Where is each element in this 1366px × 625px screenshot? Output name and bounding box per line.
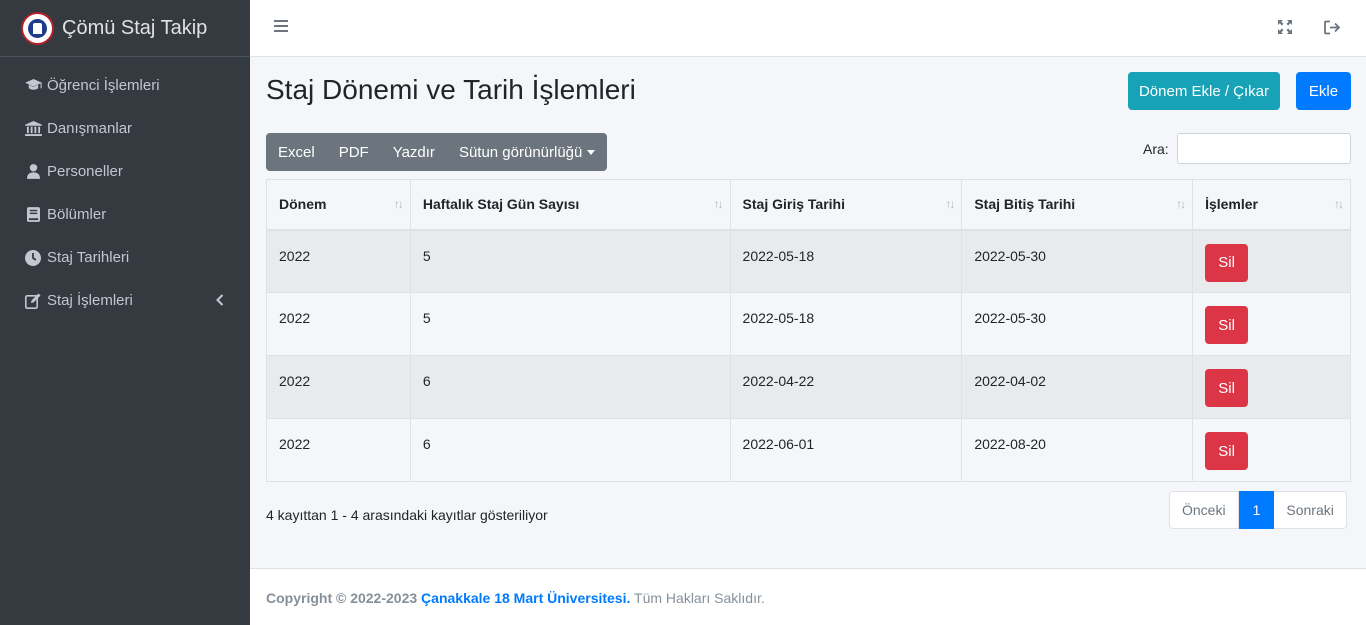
footer: Copyright © 2022-2023 Çanakkale 18 Mart … — [250, 568, 1366, 625]
cell-giris-tarihi: 2022-06-01 — [729, 418, 963, 482]
clock-icon — [23, 249, 43, 266]
export-toolbar: Excel PDF Yazdır Sütun görünürlüğü — [266, 133, 608, 171]
sidebar-item-label: Öğrenci İşlemleri — [47, 77, 160, 94]
cell-giris-tarihi: 2022-05-18 — [729, 292, 963, 356]
menu-toggle-icon[interactable] — [274, 20, 288, 34]
table-row: 2022 6 2022-04-22 2022-04-02 Sil — [266, 355, 1351, 419]
donem-ekle-cikar-button[interactable]: Dönem Ekle / Çıkar — [1128, 72, 1280, 110]
sidebar: Çömü Staj Takip Öğrenci İşlemleri Danışm… — [0, 0, 250, 625]
table-row: 2022 5 2022-05-18 2022-05-30 Sil — [266, 292, 1351, 356]
delete-button[interactable]: Sil — [1205, 306, 1249, 344]
sidebar-item-staj-islemleri[interactable]: Staj İşlemleri — [0, 279, 250, 322]
sidebar-item-personeller[interactable]: Personeller — [0, 150, 250, 193]
main-content: Staj Dönemi ve Tarih İşlemleri Dönem Ekl… — [250, 57, 1366, 568]
cell-islemler: Sil — [1192, 229, 1351, 293]
sidebar-item-label: Staj İşlemleri — [47, 292, 133, 309]
page-title: Staj Dönemi ve Tarih İşlemleri — [266, 74, 636, 105]
cell-giris-tarihi: 2022-04-22 — [729, 355, 963, 419]
sidebar-item-bolumler[interactable]: Bölümler — [0, 193, 250, 236]
ekle-button[interactable]: Ekle — [1296, 72, 1351, 110]
cell-islemler: Sil — [1192, 355, 1351, 419]
sort-icon: ↑↓ — [1176, 197, 1186, 211]
delete-button[interactable]: Sil — [1205, 243, 1249, 282]
graduation-cap-icon — [23, 78, 43, 93]
table-info: 4 kayıttan 1 - 4 arasındaki kayıtlar gös… — [266, 507, 548, 523]
column-header-haftalik-gun[interactable]: Haftalık Staj Gün Sayısı ↑↓ — [409, 179, 731, 231]
book-icon — [23, 207, 43, 222]
delete-button[interactable]: Sil — [1205, 369, 1249, 407]
column-header-giris-tarihi[interactable]: Staj Giriş Tarihi ↑↓ — [729, 179, 963, 231]
logout-icon[interactable] — [1324, 20, 1341, 39]
column-header-islemler[interactable]: İşlemler ↑↓ — [1192, 179, 1351, 231]
caret-down-icon — [587, 149, 596, 155]
pagination-next[interactable]: Sonraki — [1274, 491, 1347, 529]
cell-gun-sayisi: 6 — [409, 355, 731, 419]
cell-donem: 2022 — [266, 292, 411, 356]
cell-islemler: Sil — [1192, 418, 1351, 482]
cell-bitis-tarihi: 2022-05-30 — [961, 229, 1194, 293]
table-header-row: Dönem ↑↓ Haftalık Staj Gün Sayısı ↑↓ Staj … — [266, 179, 1351, 231]
cell-giris-tarihi: 2022-05-18 — [729, 229, 963, 293]
pagination: Önceki 1 Sonraki — [1169, 491, 1347, 529]
cell-bitis-tarihi: 2022-08-20 — [961, 418, 1194, 482]
excel-button[interactable]: Excel — [266, 133, 327, 171]
sort-icon: ↑↓ — [945, 197, 955, 211]
staj-donem-table: Dönem ↑↓ Haftalık Staj Gün Sayısı ↑↓ Staj … — [266, 179, 1351, 482]
sidebar-item-label: Staj Tarihleri — [47, 249, 130, 266]
cell-donem: 2022 — [266, 229, 411, 293]
user-icon — [23, 164, 43, 179]
column-visibility-button[interactable]: Sütun görünürlüğü — [447, 133, 607, 171]
column-header-bitis-tarihi[interactable]: Staj Bitiş Tarihi ↑↓ — [961, 179, 1194, 231]
pdf-button[interactable]: PDF — [327, 133, 381, 171]
search-label: Ara: — [1143, 141, 1169, 157]
cell-gun-sayisi: 5 — [409, 292, 731, 356]
fullscreen-icon[interactable] — [1278, 20, 1292, 38]
university-icon — [23, 121, 43, 136]
cell-bitis-tarihi: 2022-05-30 — [961, 292, 1194, 356]
sidebar-item-ogrenci-islemleri[interactable]: Öğrenci İşlemleri — [0, 64, 250, 107]
university-logo — [21, 11, 54, 45]
cell-donem: 2022 — [266, 418, 411, 482]
sidebar-item-label: Bölümler — [47, 206, 107, 223]
top-navbar — [250, 0, 1366, 57]
delete-button[interactable]: Sil — [1205, 432, 1249, 470]
cell-bitis-tarihi: 2022-04-02 — [961, 355, 1194, 419]
brand-link[interactable]: Çömü Staj Takip — [0, 0, 250, 57]
cell-donem: 2022 — [266, 355, 411, 419]
university-link[interactable]: Çanakkale 18 Mart Üniversitesi. — [421, 590, 630, 606]
sort-icon: ↑↓ — [1334, 197, 1344, 211]
sidebar-item-staj-tarihleri[interactable]: Staj Tarihleri — [0, 236, 250, 279]
pagination-page-1[interactable]: 1 — [1238, 491, 1275, 529]
cell-islemler: Sil — [1192, 292, 1351, 356]
chevron-left-icon[interactable] — [216, 293, 224, 310]
sidebar-item-label: Danışmanlar — [47, 120, 133, 137]
cell-gun-sayisi: 6 — [409, 418, 731, 482]
sidebar-nav: Öğrenci İşlemleri Danışmanlar Personelle… — [0, 57, 250, 322]
table-row: 2022 6 2022-06-01 2022-08-20 Sil — [266, 418, 1351, 482]
cell-gun-sayisi: 5 — [409, 229, 731, 293]
rights-text: Tüm Hakları Saklıdır. — [634, 590, 765, 606]
table-row: 2022 5 2022-05-18 2022-05-30 Sil — [266, 229, 1351, 293]
sidebar-item-danismanlar[interactable]: Danışmanlar — [0, 107, 250, 150]
edit-icon — [23, 293, 43, 309]
sort-icon: ↑↓ — [393, 197, 404, 211]
copyright-text: Copyright © 2022-2023 — [266, 590, 418, 606]
column-header-donem[interactable]: Dönem ↑↓ — [266, 179, 411, 231]
pagination-previous[interactable]: Önceki — [1169, 491, 1239, 529]
brand-title: Çömü Staj Takip — [62, 16, 208, 39]
sort-icon: ↑↓ — [713, 197, 724, 211]
print-button[interactable]: Yazdır — [381, 133, 447, 171]
sidebar-item-label: Personeller — [47, 163, 123, 180]
column-visibility-label: Sütun görünürlüğü — [458, 143, 583, 161]
search-input[interactable] — [1177, 133, 1351, 164]
